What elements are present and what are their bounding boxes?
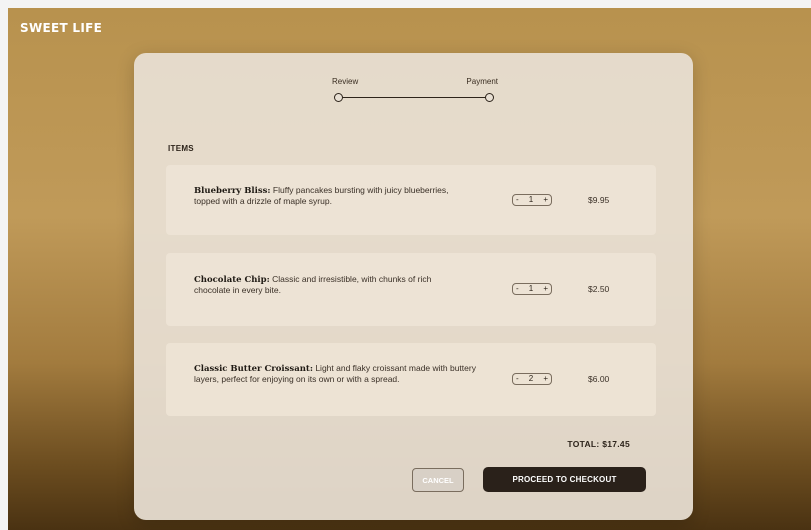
step-review-label: Review bbox=[332, 77, 359, 86]
quantity-stepper[interactable]: - 1 + bbox=[512, 194, 552, 206]
progress-line bbox=[340, 97, 490, 98]
quantity-value: 1 bbox=[528, 284, 534, 293]
order-total: TOTAL: $17.45 bbox=[567, 439, 630, 449]
checkout-modal: Review Payment ITEMS Blueberry Bliss: Fl… bbox=[134, 53, 693, 520]
step-review-dot bbox=[334, 93, 343, 102]
quantity-value: 2 bbox=[528, 374, 534, 383]
brand-logo[interactable]: SWEET LIFE bbox=[20, 21, 102, 35]
increase-button[interactable]: + bbox=[543, 374, 548, 384]
step-payment-label: Payment bbox=[466, 77, 498, 86]
quantity-value: 1 bbox=[528, 195, 534, 204]
items-heading: ITEMS bbox=[168, 144, 194, 153]
quantity-stepper[interactable]: - 1 + bbox=[512, 283, 552, 295]
decrease-button[interactable]: - bbox=[516, 374, 519, 384]
increase-button[interactable]: + bbox=[543, 195, 548, 205]
item-price: $9.95 bbox=[588, 195, 610, 205]
item-name: Classic Butter Croissant: bbox=[194, 364, 313, 374]
quantity-stepper[interactable]: - 2 + bbox=[512, 373, 552, 385]
cart-item-chocolate-chip: Chocolate Chip: Classic and irresistible… bbox=[166, 253, 656, 326]
item-description: Classic Butter Croissant: Light and flak… bbox=[194, 363, 479, 384]
item-name: Chocolate Chip: bbox=[194, 275, 270, 285]
item-price: $6.00 bbox=[588, 374, 610, 384]
app-background: SWEET LIFE Review Payment ITEMS Blueberr… bbox=[8, 8, 811, 530]
checkout-progress: Review Payment bbox=[332, 77, 498, 105]
item-price: $2.50 bbox=[588, 284, 610, 294]
cart-item-classic-butter-croissant: Classic Butter Croissant: Light and flak… bbox=[166, 343, 656, 416]
cart-item-blueberry-bliss: Blueberry Bliss: Fluffy pancakes burstin… bbox=[166, 165, 656, 235]
increase-button[interactable]: + bbox=[543, 284, 548, 294]
decrease-button[interactable]: - bbox=[516, 284, 519, 294]
step-payment-dot bbox=[485, 93, 494, 102]
item-name: Blueberry Bliss: bbox=[194, 186, 271, 196]
item-description: Chocolate Chip: Classic and irresistible… bbox=[194, 274, 459, 295]
cancel-button[interactable]: CANCEL bbox=[412, 468, 464, 492]
decrease-button[interactable]: - bbox=[516, 195, 519, 205]
proceed-to-checkout-button[interactable]: PROCEED TO CHECKOUT bbox=[483, 467, 646, 492]
item-description: Blueberry Bliss: Fluffy pancakes burstin… bbox=[194, 185, 449, 206]
